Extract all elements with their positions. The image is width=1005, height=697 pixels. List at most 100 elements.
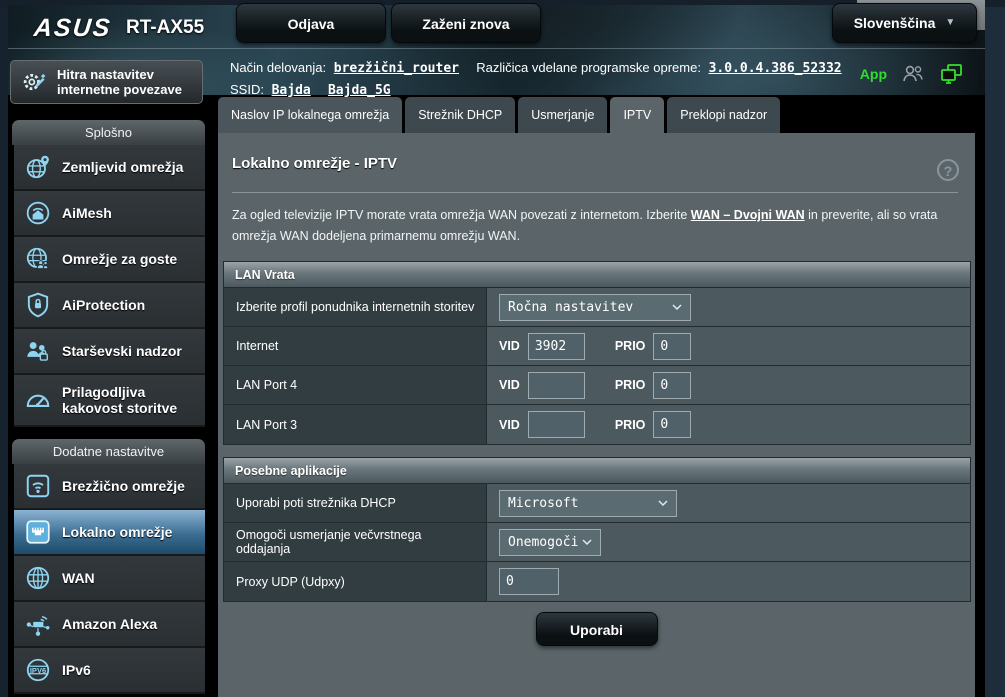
sidebar-item-network-map[interactable]: Zemljevid omrežja: [14, 145, 205, 191]
table-row: Izberite profil ponudnika internetnih st…: [224, 288, 970, 327]
svg-text:IPV6: IPV6: [30, 666, 46, 675]
sidebar-item-label: Zemljevid omrežja: [62, 159, 183, 175]
vid-label: VID: [499, 418, 520, 432]
table-row: Omogoči usmerjanje večvrstnega oddajanja…: [224, 523, 970, 562]
chevron-down-icon: [658, 500, 668, 507]
wireless-icon: [23, 471, 53, 501]
sidebar-item-ipv6[interactable]: IPV6 IPv6: [14, 648, 205, 694]
internet-prio-input[interactable]: [653, 333, 691, 360]
firmware-info: Način delovanja: brezžični_router Različ…: [230, 57, 850, 101]
sidebar-item-wireless[interactable]: Brezžično omrežje: [14, 464, 205, 510]
wan-icon: [23, 563, 53, 593]
sidebar-item-label: Prilagodljiva kakovost storitve: [62, 384, 204, 416]
ssid-24g-link[interactable]: Bajda: [272, 83, 311, 98]
sidebar-item-local-network[interactable]: Lokalno omrežje: [14, 510, 205, 556]
sidebar-item-label: WAN: [62, 570, 95, 586]
lan-icon: [23, 517, 53, 547]
internet-vid-input[interactable]: [528, 333, 585, 360]
udp-proxy-input[interactable]: [499, 568, 559, 595]
tab-route[interactable]: Usmerjanje: [518, 97, 607, 133]
title-divider: [232, 192, 958, 193]
table-row: LAN Port 3 VID PRIO: [224, 405, 970, 444]
prio-label: PRIO: [615, 378, 646, 392]
help-icon[interactable]: ?: [937, 159, 959, 181]
udp-proxy-label: Proxy UDP (Udpxy): [224, 562, 487, 601]
firmware-label: Različica vdelane programske opreme:: [476, 60, 701, 75]
mode-link[interactable]: brezžični_router: [334, 61, 459, 76]
sidebar-item-label: IPv6: [62, 662, 91, 678]
sidebar-item-wan[interactable]: WAN: [14, 556, 205, 602]
table-row: Proxy UDP (Udpxy): [224, 562, 970, 601]
tab-lan-ip[interactable]: Naslov IP lokalnega omrežja: [218, 97, 402, 133]
special-applications-header: Posebne aplikacije: [224, 458, 970, 484]
table-row: Uporabi poti strežnika DHCP Microsoft: [224, 484, 970, 523]
content-panel: Lokalno omrežje - IPTV ? Za ogled televi…: [218, 133, 975, 697]
tab-dhcp-server[interactable]: Strežnik DHCP: [405, 97, 515, 133]
isp-profile-label: Izberite profil ponudnika internetnih st…: [224, 288, 487, 326]
prio-label: PRIO: [615, 339, 646, 353]
chevron-down-icon: [582, 539, 592, 546]
vid-label: VID: [499, 378, 520, 392]
brand-row: ASUS RT-AX55 Odjava Zaženi znova Slovenš…: [8, 5, 985, 49]
sidebar-item-guest-network[interactable]: Omrežje za goste: [14, 237, 205, 283]
guest-network-icon: [23, 244, 53, 274]
sidebar: Hitra nastavitev internetne povezave Spl…: [8, 58, 205, 697]
mode-label: Način delovanja:: [230, 60, 326, 75]
prio-label: PRIO: [615, 418, 646, 432]
dhcp-routes-select[interactable]: Microsoft: [499, 490, 677, 517]
reboot-button[interactable]: Zaženi znova: [391, 3, 541, 43]
ssid-label: SSID:: [230, 82, 264, 97]
content-tabs: Naslov IP lokalnega omrežja Strežnik DHC…: [218, 97, 780, 133]
lan-ports-header: LAN Vrata: [224, 262, 970, 288]
tab-switch-control[interactable]: Preklopi nadzor: [667, 97, 780, 133]
chevron-down-icon: [672, 304, 682, 311]
lan-ports-table: LAN Vrata Izberite profil ponudnika inte…: [223, 261, 971, 445]
sidebar-item-label: AiProtection: [62, 297, 145, 313]
router-model: RT-AX55: [126, 17, 204, 39]
qos-icon: [23, 385, 53, 415]
lan-port4-vid-input[interactable]: [528, 372, 585, 399]
aiprotection-icon: [23, 290, 53, 320]
sidebar-section-general: Splošno: [12, 120, 205, 145]
dhcp-routes-label: Uporabi poti strežnika DHCP: [224, 484, 487, 522]
sidebar-item-label: Omrežje za goste: [62, 251, 177, 267]
lan-port3-prio-input[interactable]: [653, 411, 691, 438]
lan-port4-prio-input[interactable]: [653, 372, 691, 399]
ssid-5g-link[interactable]: Bajda_5G: [328, 83, 391, 98]
logout-button[interactable]: Odjava: [236, 3, 386, 43]
dual-wan-link[interactable]: WAN – Dvojni WAN: [691, 208, 805, 222]
sidebar-item-label: Brezžično omrežje: [62, 478, 185, 494]
sidebar-section-advanced: Dodatne nastavitve: [12, 439, 205, 464]
sidebar-item-label: Amazon Alexa: [62, 616, 157, 632]
quick-setup-button[interactable]: Hitra nastavitev internetne povezave: [10, 60, 203, 104]
asus-logo: ASUS: [32, 14, 113, 43]
language-label: Slovenščina: [854, 3, 936, 43]
firmware-link[interactable]: 3.0.0.4.386_52332: [709, 61, 842, 76]
sidebar-item-amazon-alexa[interactable]: Amazon Alexa: [14, 602, 205, 648]
lan-port4-label: LAN Port 4: [224, 366, 487, 404]
sidebar-item-label: AiMesh: [62, 205, 112, 221]
tab-iptv[interactable]: IPTV: [610, 97, 664, 133]
language-selector[interactable]: Slovenščina ▼: [832, 3, 977, 43]
connected-devices-icon[interactable]: [939, 63, 963, 85]
clients-icon[interactable]: [901, 64, 925, 84]
sidebar-item-aimesh[interactable]: AiMesh: [14, 191, 205, 237]
isp-profile-select[interactable]: Ročna nastavitev: [499, 294, 691, 321]
vid-label: VID: [499, 339, 520, 353]
chevron-down-icon: ▼: [945, 3, 955, 43]
page-description: Za ogled televizije IPTV morate vrata om…: [232, 205, 960, 247]
app-link[interactable]: App: [860, 66, 887, 82]
lan-port3-vid-input[interactable]: [528, 411, 585, 438]
sidebar-item-adaptive-qos[interactable]: Prilagodljiva kakovost storitve: [14, 375, 205, 427]
alexa-icon: [23, 609, 53, 639]
description-pre: Za ogled televizije IPTV morate vrata om…: [232, 208, 691, 222]
multicast-routing-select[interactable]: Onemogoči: [499, 529, 601, 556]
apply-button[interactable]: Uporabi: [536, 612, 658, 646]
table-row: Internet VID PRIO: [224, 327, 970, 366]
parental-controls-icon: [23, 336, 53, 366]
table-row: LAN Port 4 VID PRIO: [224, 366, 970, 405]
right-frame-strip: [985, 0, 1005, 697]
sidebar-item-aiprotection[interactable]: AiProtection: [14, 283, 205, 329]
internet-port-label: Internet: [224, 327, 487, 365]
sidebar-item-parental-controls[interactable]: Starševski nadzor: [14, 329, 205, 375]
